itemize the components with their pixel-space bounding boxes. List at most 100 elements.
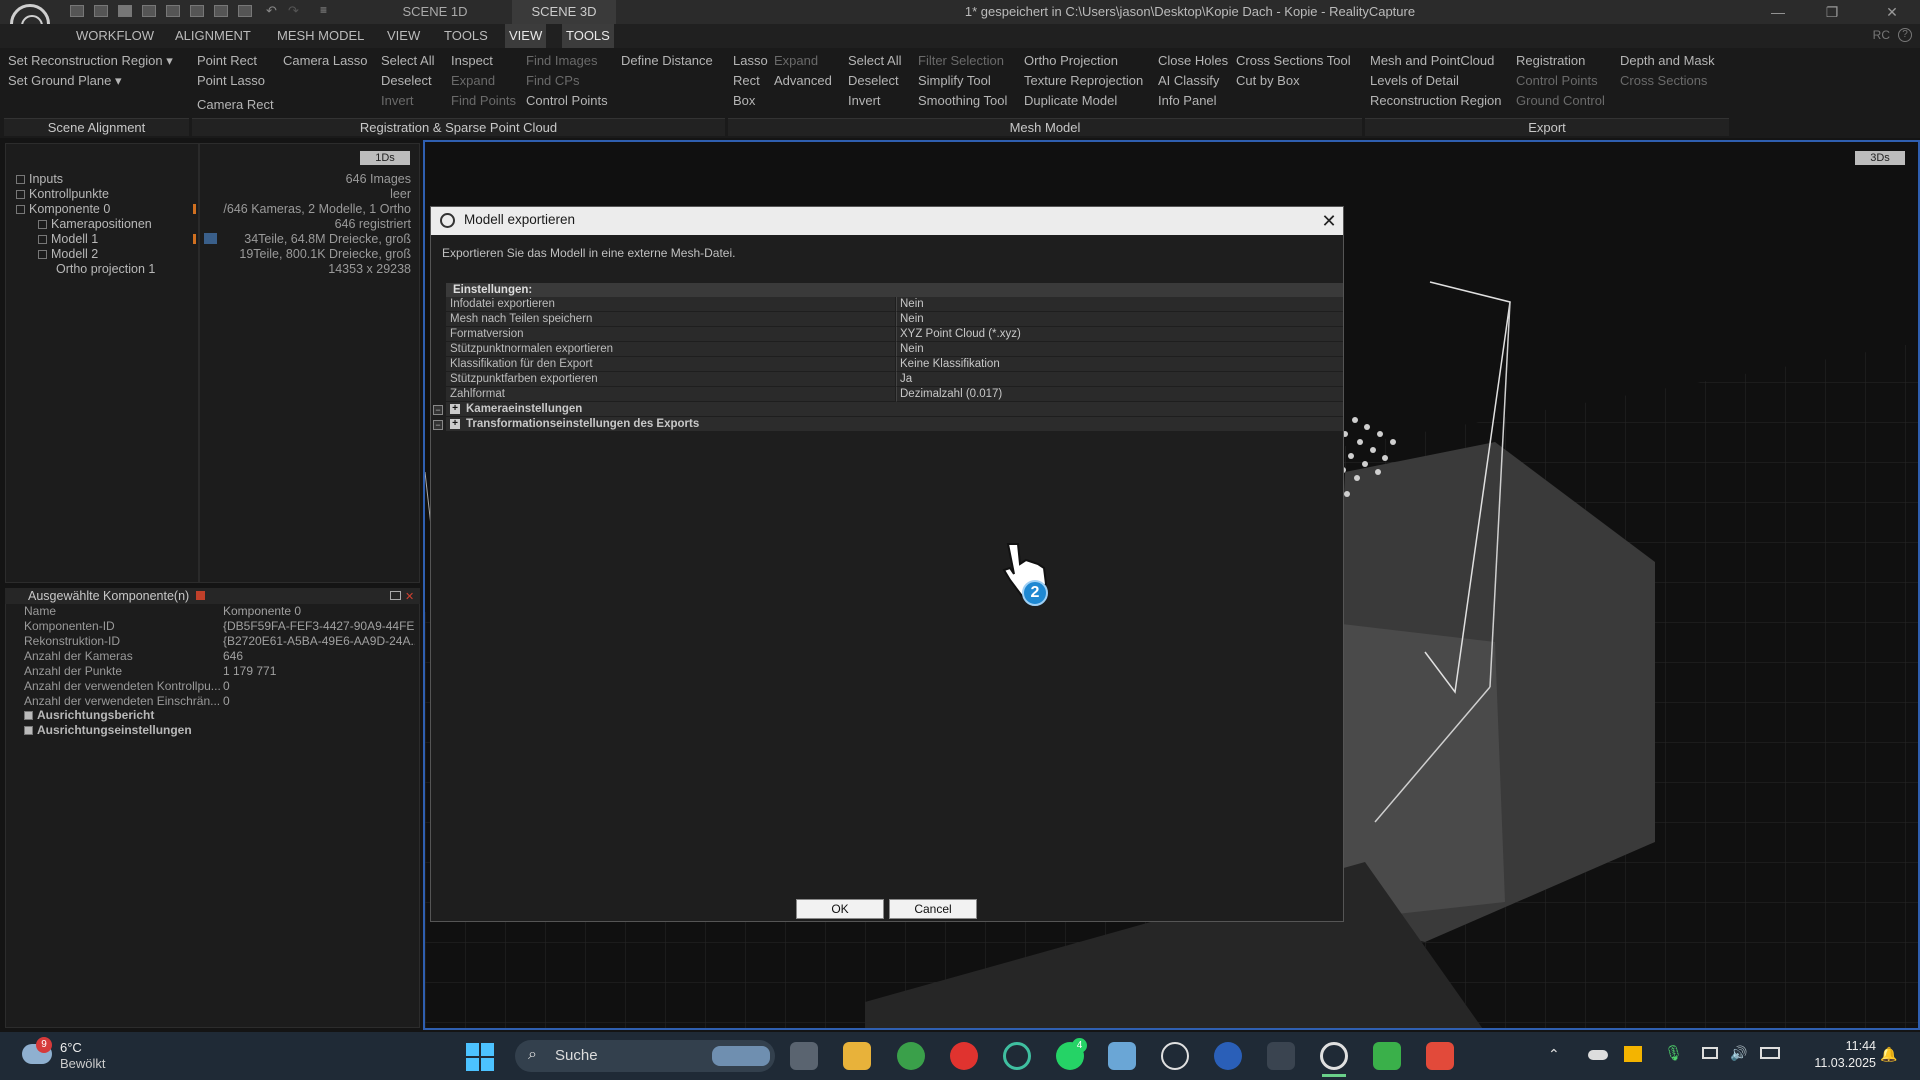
info-panel-button[interactable]: Info Panel [1158,91,1228,111]
setting-normalen-value[interactable]: Nein [896,342,1343,357]
layout-6-icon[interactable] [190,5,204,17]
reg-deselect-button[interactable]: Deselect [381,71,434,91]
camera-lasso-button[interactable]: Camera Lasso [283,51,368,71]
badge-1ds[interactable]: 1Ds [360,151,410,165]
mesh-box-button[interactable]: Box [733,91,768,111]
menu-tools-contextual[interactable]: TOOLS [562,24,614,48]
mesh-and-pointcloud-button[interactable]: Mesh and PointCloud [1370,51,1502,71]
set-ground-plane-button[interactable]: Set Ground Plane ▾ [8,71,173,91]
cut-by-box-button[interactable]: Cut by Box [1236,71,1351,91]
tree-item-modell-2[interactable]: Modell 2 [38,247,98,262]
app-red-icon[interactable] [950,1042,978,1070]
panel-pin-icon[interactable] [196,591,205,600]
tab-scene-1d[interactable]: SCENE 1D [360,0,510,24]
mesh-expand-button[interactable]: Expand [774,51,832,71]
cancel-button[interactable]: Cancel [889,899,977,919]
tree-item-ortho-projection-1[interactable]: Ortho projection 1 [56,262,155,277]
volume-icon[interactable]: 🔊 [1730,1045,1747,1062]
maximize-icon[interactable]: ❐ [1812,0,1852,24]
setting-formatversion-value[interactable]: XYZ Point Cloud (*.xyz) [896,327,1343,342]
panel-float-icon[interactable] [390,591,401,600]
group-kameraeinstellungen[interactable]: + Kameraeinstellungen [446,402,1343,417]
export-registration-button[interactable]: Registration [1516,51,1605,71]
duplicate-model-button[interactable]: Duplicate Model [1024,91,1143,111]
search-highlight-icon[interactable] [712,1046,770,1066]
app-orange-icon[interactable] [1426,1042,1454,1070]
setting-klassifikation-value[interactable]: Keine Klassifikation [896,357,1343,372]
point-rect-button[interactable]: Point Rect [197,51,274,71]
find-points-button[interactable]: Find Points [451,91,516,111]
layout-5-icon[interactable] [166,5,180,17]
setting-farben-value[interactable]: Ja [896,372,1343,387]
filter-selection-button[interactable]: Filter Selection [918,51,1007,71]
app-circle-icon[interactable] [1003,1042,1031,1070]
setting-zahlformat-value[interactable]: Dezimalzahl (0.017) [896,387,1343,402]
find-cps-button[interactable]: Find CPs [526,71,608,91]
ok-button[interactable]: OK [796,899,884,919]
layout-3-icon[interactable] [118,5,132,17]
layout-2-icon[interactable] [94,5,108,17]
menu-mesh-model[interactable]: MESH MODEL [273,24,368,48]
set-reconstruction-region-button[interactable]: Set Reconstruction Region ▾ [8,51,173,71]
weather-temperature[interactable]: 6°C [60,1040,82,1055]
reg-invert-button[interactable]: Invert [381,91,434,111]
help-icon[interactable]: ? [1898,28,1912,42]
tree-item-inputs[interactable]: Inputs [16,172,63,187]
mesh-rect-button[interactable]: Rect [733,71,768,91]
group-ausrichtungsbericht[interactable]: Ausrichtungsbericht [24,708,154,723]
menu-workflow[interactable]: WORKFLOW [72,24,158,48]
define-distance-button[interactable]: Define Distance [621,51,713,71]
ortho-projection-button[interactable]: Ortho Projection [1024,51,1143,71]
layout-1-icon[interactable] [70,5,84,17]
close-holes-button[interactable]: Close Holes [1158,51,1228,71]
reconstruction-region-button[interactable]: Reconstruction Region [1370,91,1502,111]
weather-description[interactable]: Bewölkt [60,1056,106,1071]
tree-item-kamerapositionen[interactable]: Kamerapositionen [38,217,152,232]
export-cross-sections-button[interactable]: Cross Sections [1620,71,1715,91]
menu-view-contextual[interactable]: VIEW [505,24,547,48]
badge-3ds[interactable]: 3Ds [1855,151,1905,165]
point-lasso-button[interactable]: Point Lasso [197,71,274,91]
mesh-select-all-button[interactable]: Select All [848,51,901,71]
depth-and-mask-button[interactable]: Depth and Mask [1620,51,1715,71]
group-ausrichtungseinstellungen[interactable]: Ausrichtungseinstellungen [24,723,192,738]
tree-item-komponente-0[interactable]: Komponente 0 [16,202,110,217]
export-control-points-button[interactable]: Control Points [1516,71,1605,91]
onedrive-icon[interactable] [1588,1050,1608,1060]
menu-alignment[interactable]: ALIGNMENT [171,24,255,48]
app-gray-icon[interactable] [1267,1042,1295,1070]
windows-start-icon[interactable] [466,1043,494,1071]
layout-4-icon[interactable] [142,5,156,17]
collapse-toggle-transform-icon[interactable]: − [433,420,443,430]
chrome-icon[interactable] [897,1042,925,1070]
onepassword-icon[interactable] [1214,1042,1242,1070]
undo-icon[interactable]: ↶ [266,3,277,19]
cross-sections-tool-button[interactable]: Cross Sections Tool [1236,51,1351,71]
app-blue-icon[interactable] [1108,1042,1136,1070]
menu-tools[interactable]: TOOLS [440,24,492,48]
task-view-icon[interactable] [790,1042,818,1070]
export-ground-control-button[interactable]: Ground Control [1516,91,1605,111]
file-explorer-icon[interactable] [843,1042,871,1070]
levels-of-detail-button[interactable]: Levels of Detail [1370,71,1502,91]
panel-close-icon[interactable]: ✕ [405,590,414,603]
simplify-tool-button[interactable]: Simplify Tool [918,71,1007,91]
network-icon[interactable] [1702,1047,1718,1059]
taskbar-clock[interactable]: 11:44 11.03.2025 [1780,1038,1876,1072]
layout-8-icon[interactable] [238,5,252,17]
mesh-invert-button[interactable]: Invert [848,91,901,111]
collapse-toggle-camera-icon[interactable]: − [433,405,443,415]
quick-access-dropdown-icon[interactable]: ≡ [320,3,327,17]
mesh-deselect-button[interactable]: Deselect [848,71,901,91]
tab-scene-3d[interactable]: SCENE 3D [512,0,616,24]
layout-7-icon[interactable] [214,5,228,17]
tree-item-modell-1[interactable]: Modell 1 [38,232,98,247]
notification-bell-icon[interactable]: 🔔 [1880,1046,1897,1063]
tree-item-kontrollpunkte[interactable]: Kontrollpunkte [16,187,109,202]
model-visibility-icon[interactable] [204,233,217,244]
battery-icon[interactable] [1760,1047,1780,1059]
find-images-button[interactable]: Find Images [526,51,608,71]
menu-view[interactable]: VIEW [383,24,424,48]
microphone-icon[interactable]: 🎙 [1664,1044,1683,1062]
setting-infodatei-value[interactable]: Nein [896,297,1343,312]
